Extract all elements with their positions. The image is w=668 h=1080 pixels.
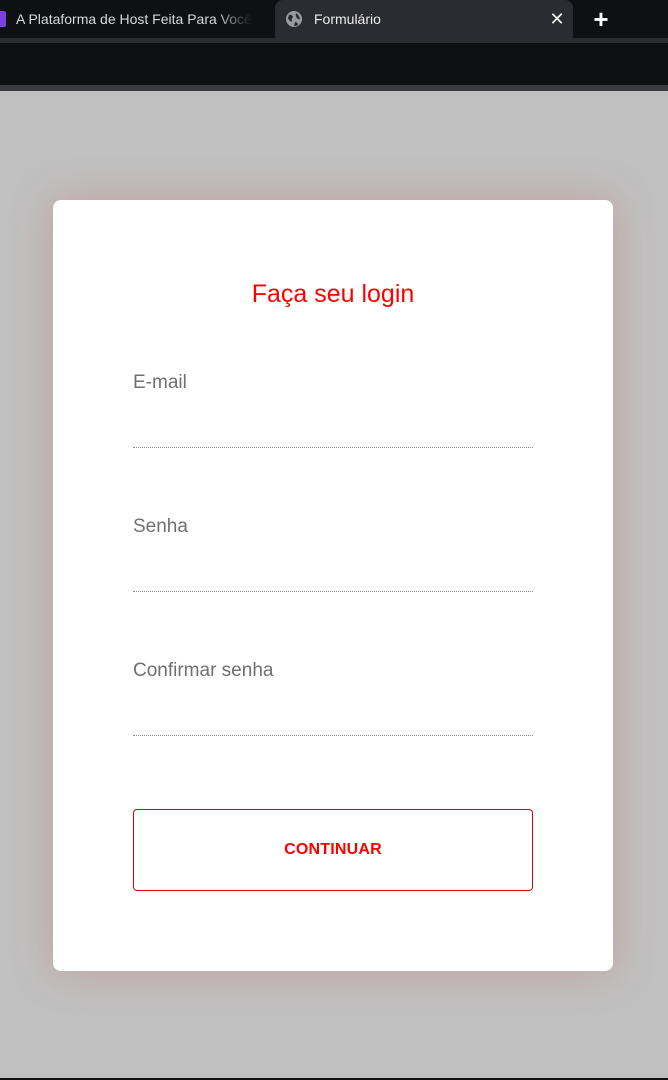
browser-chrome: A Plataforma de Host Feita Para Você For… bbox=[0, 0, 668, 91]
page-content: Faça seu login E-mail Senha Confirmar se… bbox=[0, 91, 668, 1078]
continue-button[interactable]: CONTINUAR bbox=[133, 809, 533, 891]
tab-formulario[interactable]: Formulário ✕ bbox=[275, 0, 573, 38]
globe-icon bbox=[285, 10, 303, 28]
tab-title: A Plataforma de Host Feita Para Você bbox=[16, 11, 252, 27]
tab-title: Formulário bbox=[314, 11, 381, 27]
password-field-group: Senha bbox=[133, 516, 533, 592]
password-field[interactable] bbox=[133, 556, 533, 592]
email-field[interactable] bbox=[133, 412, 533, 448]
browser-toolbar bbox=[0, 38, 668, 85]
close-tab-icon[interactable]: ✕ bbox=[543, 5, 571, 33]
confirm-password-label: Confirmar senha bbox=[133, 660, 274, 681]
email-label: E-mail bbox=[133, 372, 187, 393]
tab-host-platform[interactable]: A Plataforma de Host Feita Para Você bbox=[0, 0, 272, 38]
confirm-password-field-group: Confirmar senha bbox=[133, 660, 533, 736]
email-field-group: E-mail bbox=[133, 372, 533, 448]
page-title: Faça seu login bbox=[251, 280, 415, 308]
site-favicon-icon bbox=[0, 11, 6, 27]
confirm-password-field[interactable] bbox=[133, 700, 533, 736]
password-label: Senha bbox=[133, 516, 188, 537]
login-card: Faça seu login E-mail Senha Confirmar se… bbox=[53, 200, 613, 971]
tab-strip: A Plataforma de Host Feita Para Você For… bbox=[0, 0, 668, 38]
new-tab-button[interactable]: + bbox=[586, 4, 616, 34]
